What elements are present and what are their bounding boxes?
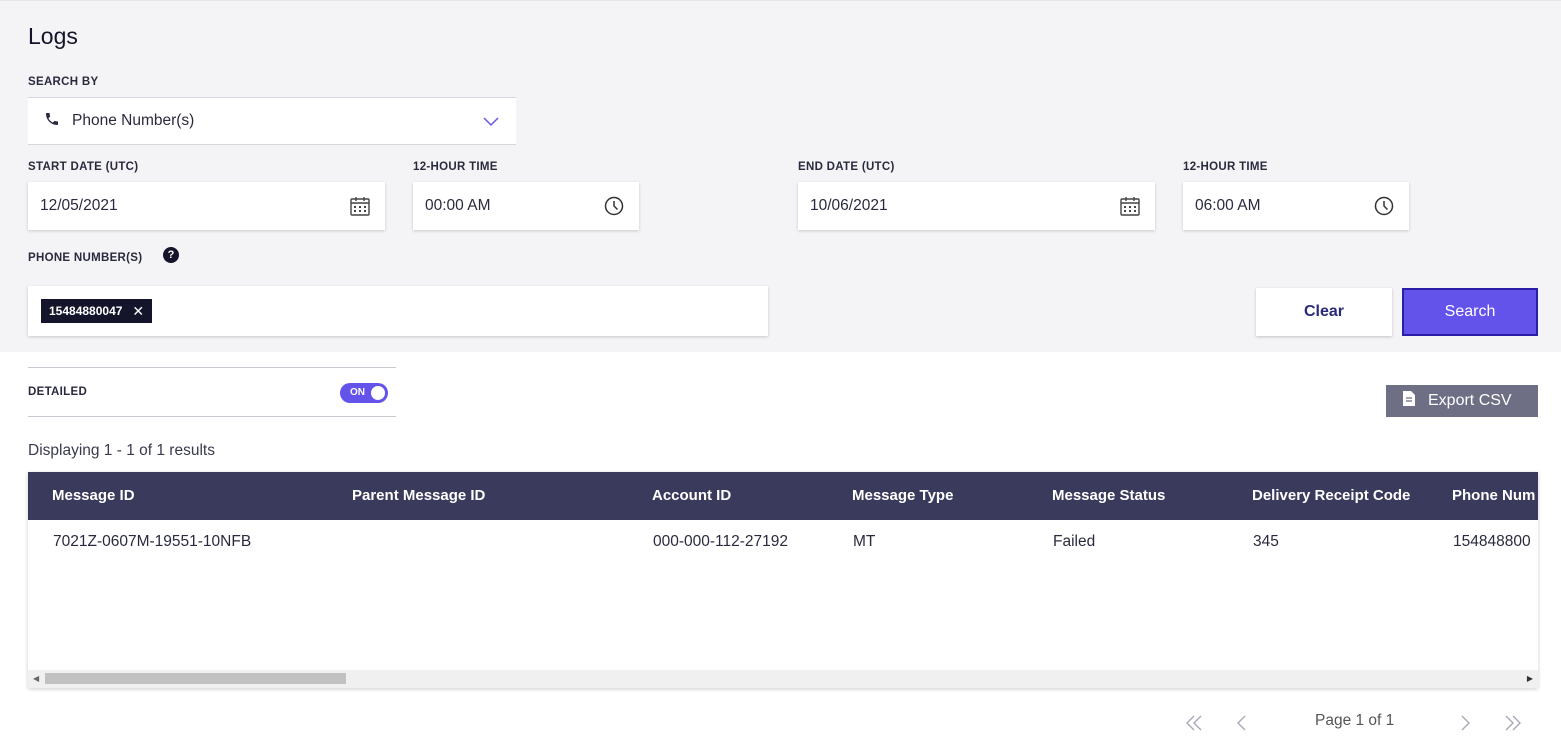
help-icon[interactable]: ? <box>163 247 179 263</box>
clear-button[interactable]: Clear <box>1256 288 1392 336</box>
page-title: Logs <box>28 23 78 49</box>
end-date-label: END DATE (UTC) <box>798 161 895 173</box>
column-header-message-status[interactable]: Message Status <box>1052 487 1165 504</box>
start-date-field[interactable]: 12/05/2021 <box>28 182 385 230</box>
search-by-select[interactable]: Phone Number(s) <box>28 97 516 145</box>
clock-icon[interactable] <box>1373 195 1395 222</box>
end-time-label: 12-HOUR TIME <box>1183 161 1268 173</box>
scroll-left-arrow-icon[interactable]: ◀ <box>33 674 39 683</box>
phone-chip: 15484880047 ✕ <box>41 299 153 323</box>
phone-numbers-input[interactable]: 15484880047 ✕ <box>28 286 768 336</box>
end-time-field[interactable]: 06:00 AM <box>1183 182 1409 230</box>
start-time-value: 00:00 AM <box>425 197 491 214</box>
cell-message-type: MT <box>853 533 876 550</box>
table-header: Message ID Parent Message ID Account ID … <box>28 472 1538 520</box>
previous-page-icon[interactable] <box>1234 713 1248 738</box>
phone-icon <box>44 111 60 132</box>
scroll-right-arrow-icon[interactable]: ▶ <box>1527 674 1533 683</box>
column-header-message-id[interactable]: Message ID <box>52 487 135 504</box>
close-icon[interactable]: ✕ <box>132 303 144 320</box>
column-header-parent-message-id[interactable]: Parent Message ID <box>352 487 485 504</box>
search-button[interactable]: Search <box>1402 288 1538 336</box>
next-page-icon[interactable] <box>1459 713 1473 738</box>
start-date-label: START DATE (UTC) <box>28 161 139 173</box>
export-csv-button[interactable]: Export CSV <box>1386 385 1538 417</box>
results-table: Message ID Parent Message ID Account ID … <box>28 472 1538 688</box>
start-date-value: 12/05/2021 <box>40 197 118 214</box>
calendar-icon[interactable] <box>349 195 371 222</box>
cell-phone-number: 154848800 <box>1453 533 1531 550</box>
detailed-label: DETAILED <box>28 386 88 398</box>
end-time-value: 06:00 AM <box>1195 197 1261 214</box>
end-date-field[interactable]: 10/06/2021 <box>798 182 1155 230</box>
end-date-value: 10/06/2021 <box>810 197 888 214</box>
last-page-icon[interactable] <box>1503 713 1523 738</box>
chevron-down-icon <box>482 112 500 135</box>
phone-numbers-label: PHONE NUMBER(S) <box>28 252 143 264</box>
toggle-state: ON <box>350 387 365 398</box>
horizontal-scrollbar[interactable]: ◀ ▶ <box>28 670 1538 688</box>
cell-delivery-receipt-code: 345 <box>1253 533 1279 550</box>
search-panel: Logs SEARCH BY Phone Number(s) START DAT… <box>0 0 1561 352</box>
export-csv-label: Export CSV <box>1428 392 1512 409</box>
column-header-account-id[interactable]: Account ID <box>652 487 731 504</box>
scrollbar-thumb[interactable] <box>45 673 346 684</box>
cell-message-status: Failed <box>1053 533 1096 550</box>
detailed-row: DETAILED ON <box>28 367 396 417</box>
search-by-value: Phone Number(s) <box>72 112 195 129</box>
column-header-message-type[interactable]: Message Type <box>852 487 953 504</box>
document-icon <box>1402 390 1416 412</box>
clock-icon[interactable] <box>603 195 625 222</box>
calendar-icon[interactable] <box>1119 195 1141 222</box>
search-by-label: SEARCH BY <box>28 76 99 88</box>
toggle-knob <box>371 386 385 400</box>
page-indicator: Page 1 of 1 <box>1315 712 1395 729</box>
detailed-toggle[interactable]: ON <box>340 383 388 403</box>
phone-chip-label: 15484880047 <box>49 304 123 318</box>
start-time-field[interactable]: 00:00 AM <box>413 182 639 230</box>
start-time-label: 12-HOUR TIME <box>413 161 498 173</box>
column-header-phone-number[interactable]: Phone Num <box>1452 487 1535 504</box>
cell-message-id: 7021Z-0607M-19551-10NFB <box>53 533 252 550</box>
first-page-icon[interactable] <box>1184 713 1204 738</box>
results-summary: Displaying 1 - 1 of 1 results <box>28 442 215 459</box>
column-header-delivery-receipt-code[interactable]: Delivery Receipt Code <box>1252 487 1410 504</box>
cell-account-id: 000-000-112-27192 <box>653 533 789 550</box>
